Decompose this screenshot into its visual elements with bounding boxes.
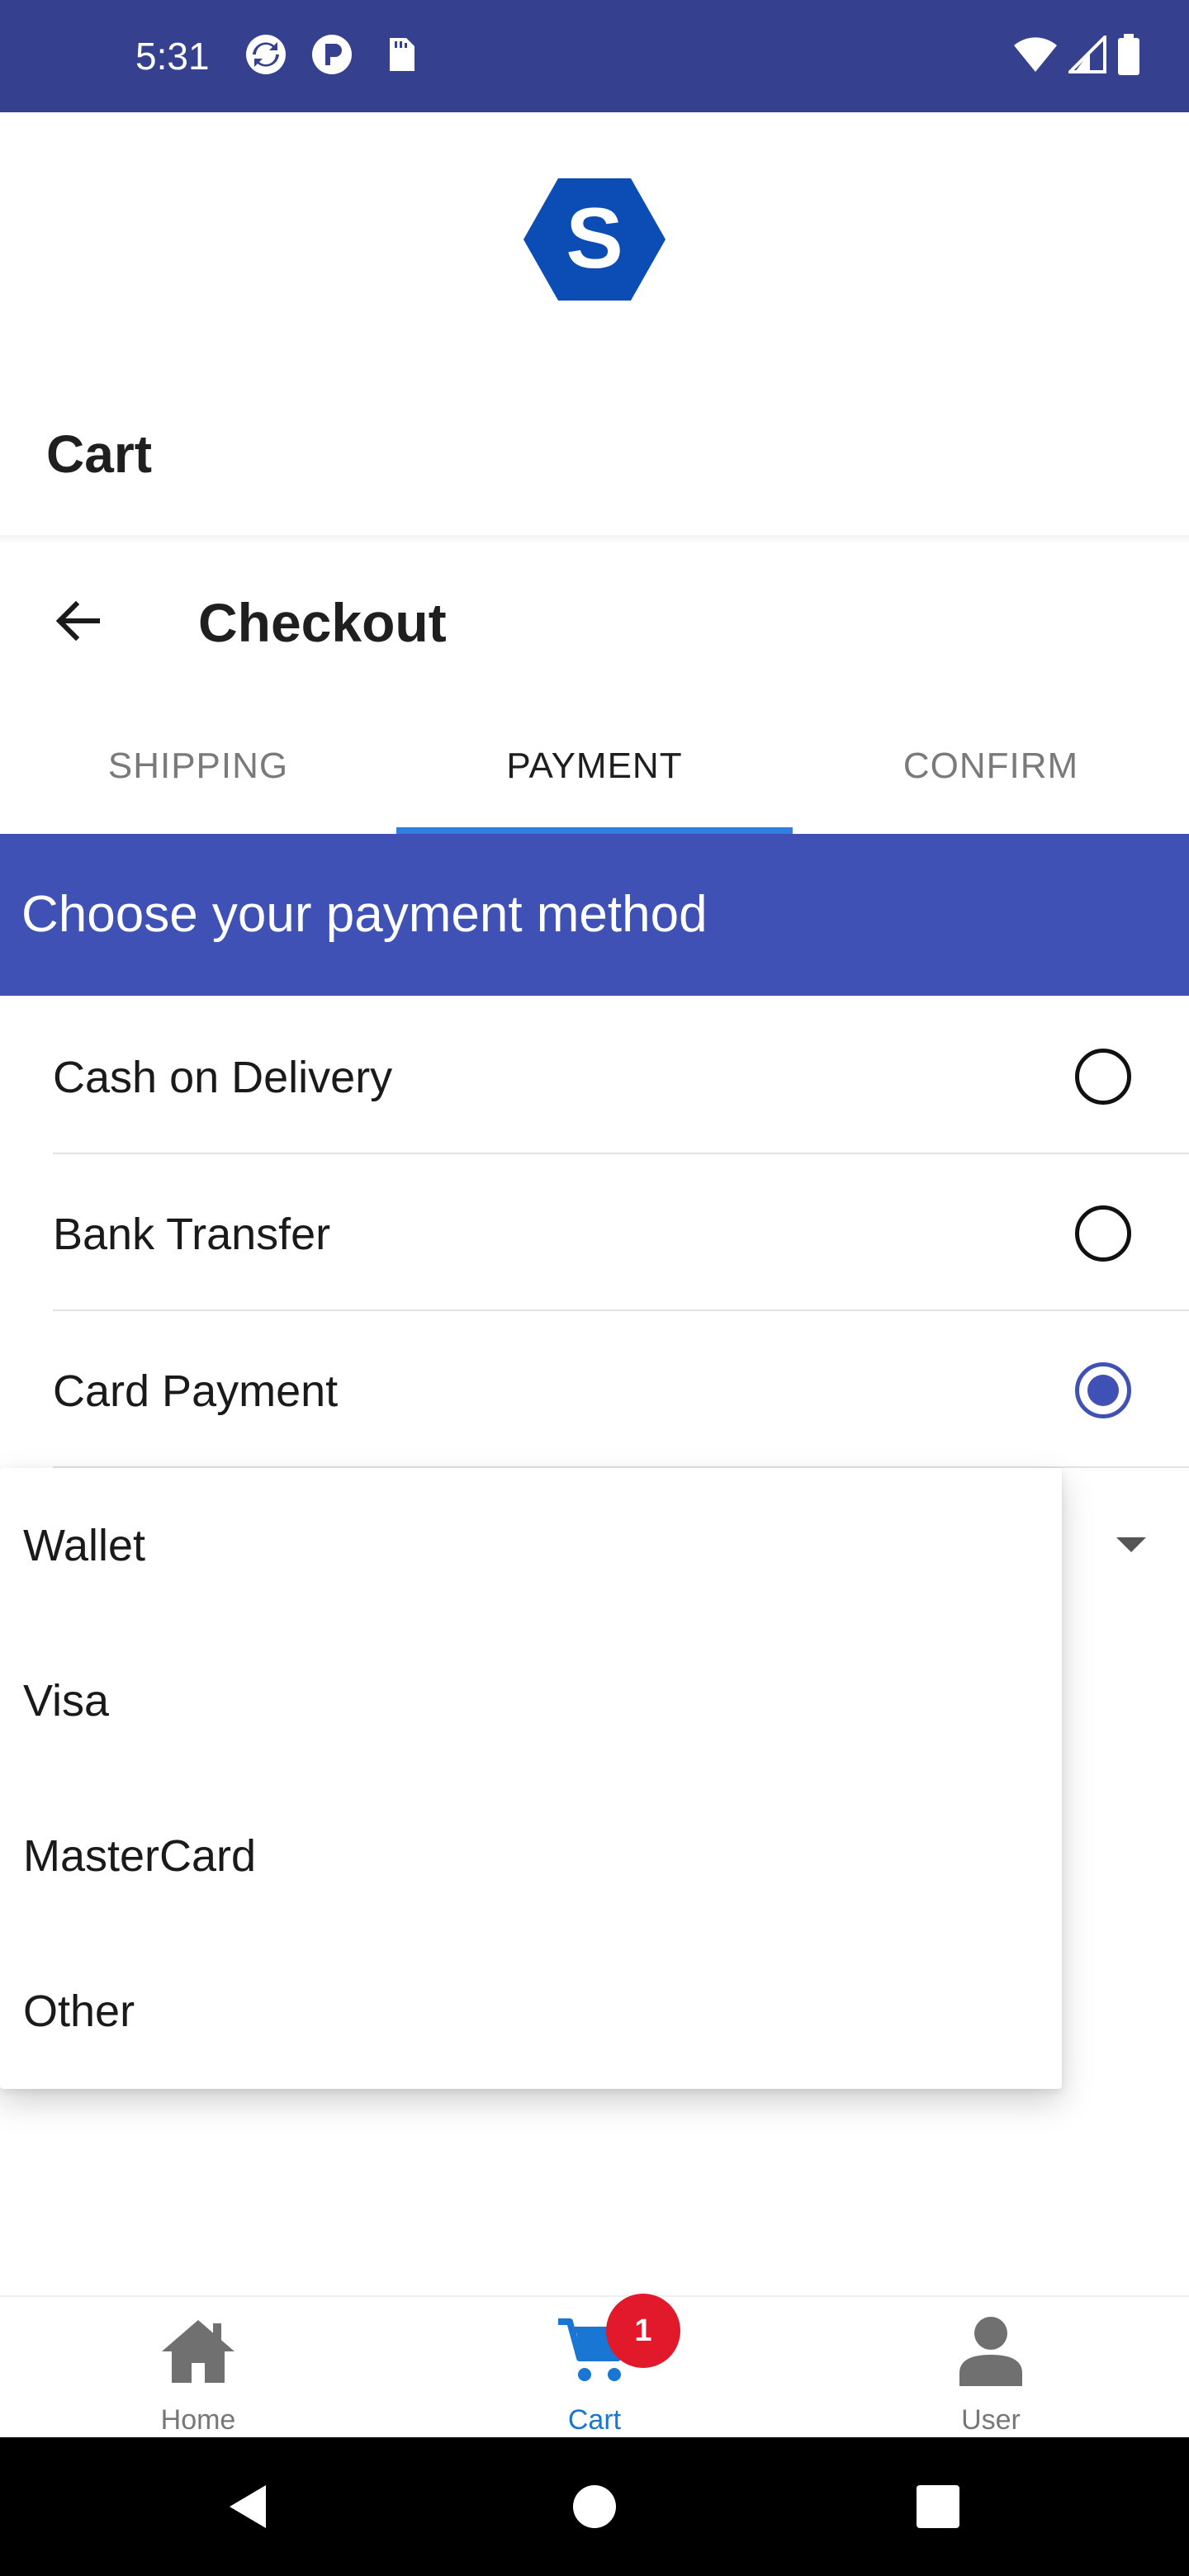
cart-count-badge: 1 xyxy=(606,2294,680,2368)
divider xyxy=(53,1153,1189,1154)
radio-button-selected[interactable] xyxy=(1075,1362,1131,1418)
nav-label: Home xyxy=(160,2404,236,2436)
cellular-signal-icon xyxy=(1066,32,1106,78)
nav-item-home[interactable]: Home xyxy=(0,2297,396,2439)
back-triangle-icon[interactable] xyxy=(216,2474,282,2540)
nav-item-cart[interactable]: Cart xyxy=(396,2297,793,2439)
divider xyxy=(53,1309,1189,1311)
dropdown-caret-icon[interactable] xyxy=(1116,1537,1146,1552)
sd-card-icon xyxy=(378,33,421,76)
checkout-tabs: SHIPPING PAYMENT CONFIRM xyxy=(0,698,1189,834)
tab-payment[interactable]: PAYMENT xyxy=(396,698,793,834)
arrow-left-icon xyxy=(55,600,100,642)
home-circle-icon[interactable] xyxy=(561,2474,628,2540)
app-notification-icon xyxy=(310,33,353,76)
checkout-toolbar: Checkout xyxy=(0,545,1189,697)
nav-label: User xyxy=(961,2404,1021,2436)
status-time: 5:31 xyxy=(135,35,210,78)
payment-option-label: Card Payment xyxy=(53,1366,339,1416)
user-icon xyxy=(950,2313,1032,2388)
wifi-icon xyxy=(1012,36,1059,78)
app-logo: S xyxy=(522,175,667,304)
system-navigation-bar xyxy=(0,2437,1189,2576)
card-type-dropdown: Wallet Visa MasterCard Other xyxy=(0,1468,1062,2089)
dropdown-option-visa[interactable]: Visa xyxy=(0,1623,1062,1778)
radio-button[interactable] xyxy=(1075,1205,1131,1262)
sync-icon xyxy=(244,33,287,76)
home-icon xyxy=(157,2313,239,2388)
nav-item-user[interactable]: User xyxy=(793,2297,1189,2439)
tab-confirm[interactable]: CONFIRM xyxy=(793,698,1189,834)
payment-option-cash[interactable]: Cash on Delivery xyxy=(53,999,1189,1156)
back-button[interactable] xyxy=(43,586,112,656)
dropdown-option-wallet[interactable]: Wallet xyxy=(0,1468,1062,1623)
page-title: Cart xyxy=(46,424,153,484)
bottom-navigation: Home Cart User xyxy=(0,2295,1189,2437)
dropdown-option-mastercard[interactable]: MasterCard xyxy=(0,1778,1062,1934)
status-bar: 5:31 xyxy=(0,0,1189,112)
battery-icon xyxy=(1116,33,1141,79)
logo-letter: S xyxy=(566,191,623,286)
payment-method-heading: Choose your payment method xyxy=(0,834,1189,996)
payment-option-bank-transfer[interactable]: Bank Transfer xyxy=(53,1156,1189,1313)
tab-shipping[interactable]: SHIPPING xyxy=(0,698,396,834)
checkout-title: Checkout xyxy=(198,592,447,653)
radio-button[interactable] xyxy=(1075,1049,1131,1105)
recents-square-icon[interactable] xyxy=(905,2474,971,2540)
payment-option-label: Bank Transfer xyxy=(53,1210,331,1259)
active-tab-indicator xyxy=(396,827,793,834)
payment-option-card[interactable]: Card Payment xyxy=(53,1313,1189,1470)
dropdown-option-other[interactable]: Other xyxy=(0,1934,1062,2089)
nav-label: Cart xyxy=(567,2404,622,2436)
payment-option-label: Cash on Delivery xyxy=(53,1053,393,1102)
